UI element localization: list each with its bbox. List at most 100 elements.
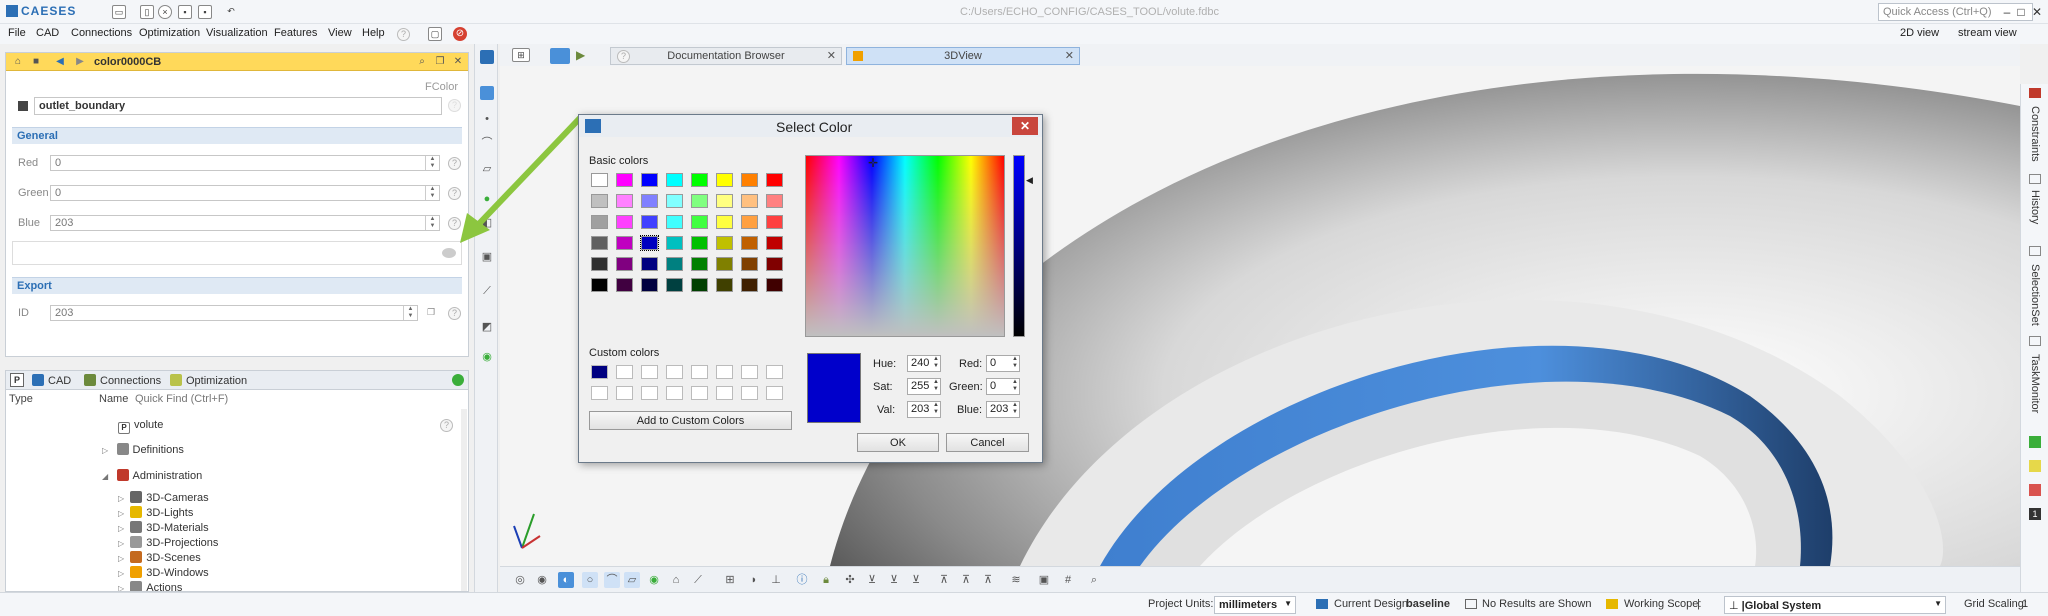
expand-arrow-icon[interactable]: ▷	[102, 446, 110, 455]
tree-node-3d-lights[interactable]: ▷ 3D-Lights	[118, 506, 193, 519]
section-export[interactable]: Export	[12, 277, 462, 294]
basic-color-swatch[interactable]	[641, 257, 658, 271]
view-iso3-icon[interactable]: ⊼	[980, 572, 996, 588]
tab-cad[interactable]: CAD	[32, 374, 71, 387]
panel-selectionset[interactable]: SelectionSet	[2029, 264, 2041, 326]
basic-color-swatch[interactable]	[666, 215, 683, 229]
basic-color-swatch[interactable]	[716, 194, 733, 208]
point-select-icon[interactable]: ○	[582, 572, 598, 588]
close-3dview-tab-icon[interactable]: ✕	[1065, 49, 1074, 62]
basic-color-swatch[interactable]	[616, 278, 633, 292]
panel-history[interactable]: History	[2029, 190, 2041, 224]
basic-color-swatch[interactable]	[616, 236, 633, 250]
custom-color-swatch[interactable]	[666, 386, 683, 400]
expand-arrow-icon[interactable]: ▷	[118, 539, 124, 548]
tree-node-administration[interactable]: ◢ Administration	[102, 469, 202, 482]
custom-color-swatch[interactable]	[766, 365, 783, 379]
basic-color-swatch[interactable]	[716, 257, 733, 271]
custom-color-swatch[interactable]	[766, 386, 783, 400]
basic-color-swatch[interactable]	[666, 173, 683, 187]
grid-scaling-value[interactable]: 1	[2022, 598, 2028, 610]
save-as-icon[interactable]: ▪	[198, 5, 212, 19]
custom-color-swatch[interactable]	[691, 365, 708, 379]
green-status-icon[interactable]	[2029, 436, 2041, 448]
section-general[interactable]: General	[12, 127, 462, 144]
basic-color-swatch[interactable]	[716, 215, 733, 229]
search-icon[interactable]: ⌕	[416, 56, 428, 68]
blue-spinner[interactable]: ▲ ▼	[425, 216, 439, 230]
clip-icon[interactable]: ◗	[746, 572, 762, 588]
basic-color-swatch[interactable]	[641, 194, 658, 208]
expand-arrow-icon[interactable]: ▷	[118, 524, 124, 533]
custom-color-swatch[interactable]	[641, 365, 658, 379]
forward-arrow-icon[interactable]: ▶	[74, 56, 86, 68]
tab-3dview[interactable]: 3DView ✕	[846, 47, 1080, 65]
undo-icon[interactable]: ↶	[224, 5, 238, 19]
view-z-icon[interactable]: ⊻	[908, 572, 924, 588]
rotate-icon[interactable]: ✣	[842, 572, 858, 588]
copy-id-icon[interactable]: ❐	[424, 306, 438, 320]
menu-stream-view[interactable]: stream view	[1958, 27, 2017, 39]
custom-color-swatch[interactable]	[741, 386, 758, 400]
basic-color-swatch[interactable]	[766, 215, 783, 229]
global-system-select[interactable]: ⊥ |Global System ▼	[1724, 596, 1946, 614]
custom-color-swatch[interactable]	[641, 386, 658, 400]
menu-file[interactable]: File	[8, 27, 26, 39]
close-project-icon[interactable]: ×	[158, 5, 172, 19]
mesh-icon[interactable]: ⌂	[668, 572, 684, 588]
basic-color-swatch[interactable]	[766, 173, 783, 187]
project-tab-icon[interactable]: P	[10, 373, 24, 387]
basic-color-swatch[interactable]	[691, 215, 708, 229]
hue-input[interactable]: 240 ▲ ▼	[907, 355, 941, 372]
red-field[interactable]: 0 ▲ ▼	[50, 155, 440, 171]
tree-node-volute[interactable]: Pvolute	[118, 419, 163, 434]
add-custom-colors-button[interactable]: Add to Custom Colors	[589, 411, 792, 430]
tree-node-3d-projections[interactable]: ▷ 3D-Projections	[118, 536, 218, 549]
basic-color-swatch[interactable]	[766, 236, 783, 250]
basic-color-swatch[interactable]	[591, 257, 608, 271]
view-y-icon[interactable]: ⊻	[886, 572, 902, 588]
close-icon[interactable]: ✕	[452, 56, 464, 68]
tree-node-actions[interactable]: ▷ Actions	[118, 581, 182, 591]
project-units-select[interactable]: millimeters ▼	[1214, 596, 1296, 614]
help-icon[interactable]: ?	[397, 28, 410, 41]
panel-constraints[interactable]: Constraints	[2029, 106, 2041, 162]
basic-color-swatch[interactable]	[616, 194, 633, 208]
basic-color-swatch[interactable]	[766, 257, 783, 271]
refresh-icon[interactable]	[452, 374, 464, 386]
red-input[interactable]: 0 ▲ ▼	[986, 355, 1020, 372]
measure-tool-icon[interactable]: ⟋	[690, 572, 706, 588]
menu-visualization[interactable]: Visualization	[206, 27, 268, 39]
color-spectrum[interactable]: ✛	[805, 155, 1005, 337]
green-spinner[interactable]: ▲ ▼	[425, 186, 439, 200]
tree-node-definitions[interactable]: ▷ Definitions	[102, 443, 184, 456]
basic-color-swatch[interactable]	[741, 278, 758, 292]
basic-color-swatch[interactable]	[766, 194, 783, 208]
green-input[interactable]: 0 ▲ ▼	[986, 378, 1020, 395]
dialog-close-button[interactable]: ✕	[1012, 117, 1038, 135]
current-design-value[interactable]: baseline	[1406, 598, 1450, 610]
axis-icon[interactable]: ⊥	[768, 572, 784, 588]
tree-node-3d-materials[interactable]: ▷ 3D-Materials	[118, 521, 209, 534]
zoom-icon[interactable]: ◉	[534, 572, 550, 588]
custom-color-swatch[interactable]	[716, 386, 733, 400]
expand-arrow-icon[interactable]: ▷	[118, 569, 124, 578]
blue-input[interactable]: 203 ▲ ▼	[986, 401, 1020, 418]
name-field[interactable]: outlet_boundary	[34, 97, 442, 115]
sat-input[interactable]: 255 ▲ ▼	[907, 378, 941, 395]
basic-color-swatch[interactable]	[691, 173, 708, 187]
basic-color-swatch[interactable]	[666, 278, 683, 292]
basic-color-swatch[interactable]	[741, 215, 758, 229]
basic-color-swatch[interactable]	[591, 194, 608, 208]
lock-icon[interactable]: 🔒︎	[818, 572, 834, 588]
working-scope-value[interactable]: |	[1697, 598, 1700, 610]
surface-select-icon[interactable]: ▱	[624, 572, 640, 588]
basic-color-swatch[interactable]	[691, 257, 708, 271]
menu-cad[interactable]: CAD	[36, 27, 59, 39]
id-help-icon[interactable]: ?	[448, 307, 461, 320]
val-input[interactable]: 203 ▲ ▼	[907, 401, 941, 418]
results-status[interactable]: No Results are Shown	[1482, 598, 1591, 610]
basic-color-swatch[interactable]	[666, 194, 683, 208]
red-spinner-icon[interactable]: ▲ ▼	[1012, 356, 1018, 370]
curve-select-icon[interactable]: ⌒	[604, 572, 620, 588]
